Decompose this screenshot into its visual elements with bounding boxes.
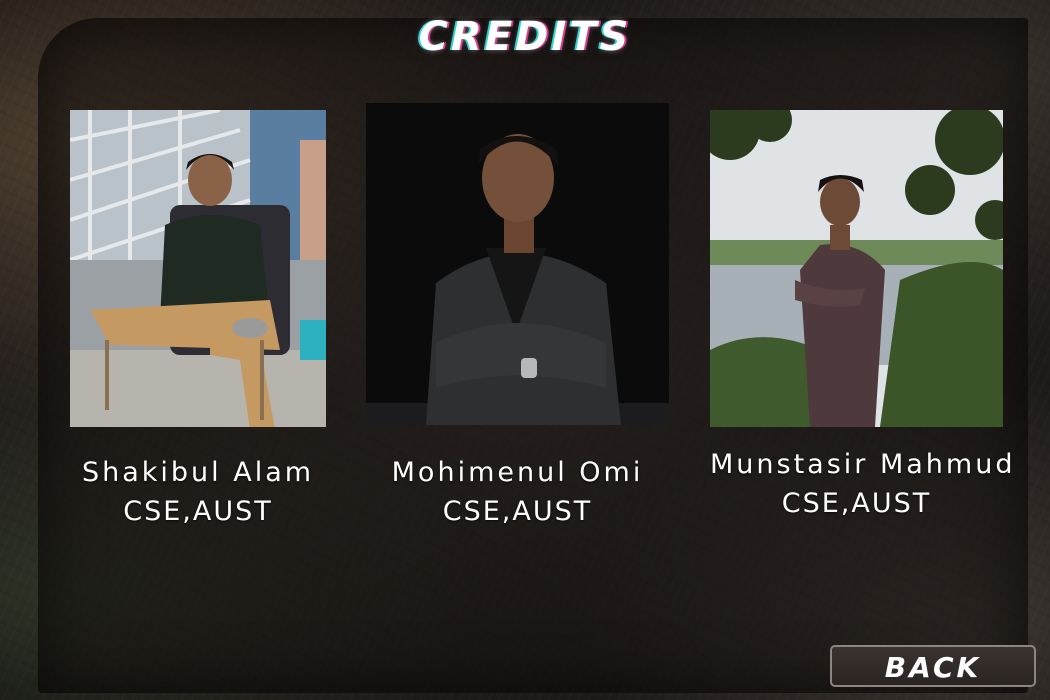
credit-affiliation: CSE,AUST [442, 496, 593, 527]
credit-name: Shakibul Alam [81, 457, 315, 488]
portrait-shakibul-image [70, 110, 326, 427]
portrait-photo [70, 110, 326, 427]
portrait-mohimenul-image [366, 103, 669, 425]
credit-card-1: Shakibul Alam CSE,AUST [70, 110, 326, 527]
portrait-photo [366, 103, 669, 425]
portrait-photo [710, 110, 1003, 427]
credit-name: Munstasir Mahmud [710, 449, 1016, 480]
back-button[interactable]: BACK [830, 645, 1036, 687]
page-title: CREDITS [418, 14, 632, 60]
credit-name: Mohimenul Omi [391, 457, 644, 488]
credit-card-3: Munstasir Mahmud CSE,AUST [710, 110, 1016, 519]
credits-screen: CREDITS Shakibul Alam CSE,AUST Mohimenul… [0, 0, 1050, 700]
credit-affiliation: CSE,AUST [781, 488, 932, 519]
credit-card-2: Mohimenul Omi CSE,AUST [366, 103, 669, 527]
portrait-munstasir-image [710, 110, 1003, 427]
credit-affiliation: CSE,AUST [123, 496, 273, 527]
